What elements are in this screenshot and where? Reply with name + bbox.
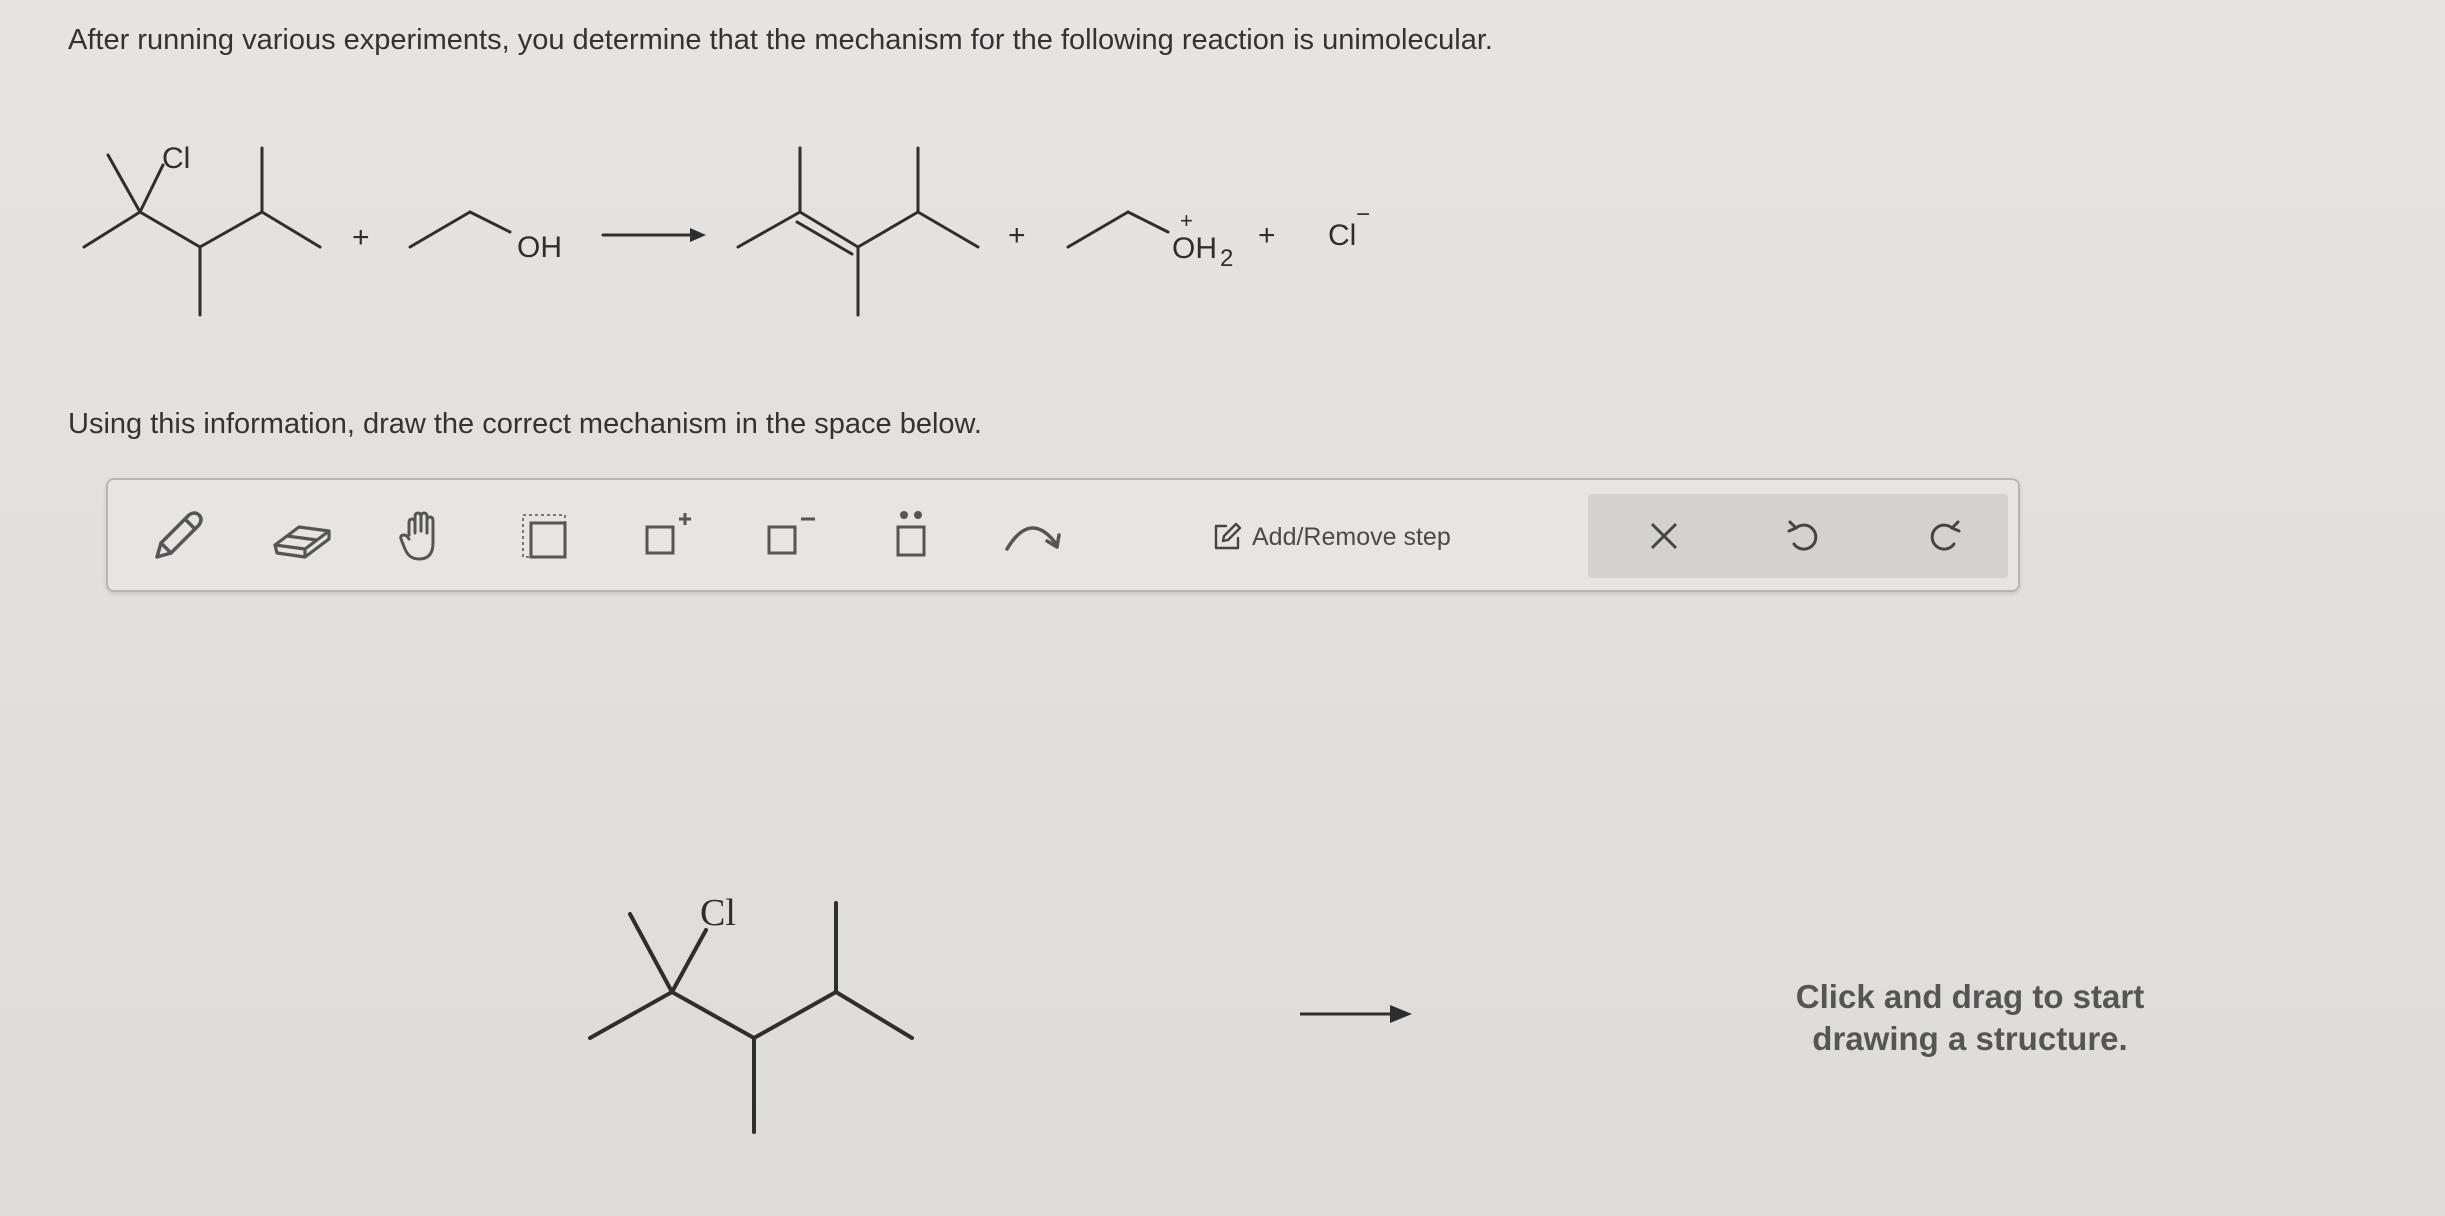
drawing-toolbar: Add/Remove step: [106, 478, 2020, 592]
select-box-icon: [522, 514, 567, 559]
add-remove-step-button[interactable]: Add/Remove step: [1212, 516, 1451, 558]
plus-sign-1: +: [352, 221, 370, 254]
curved-arrow-icon: [1005, 526, 1061, 551]
edit-icon: [1214, 522, 1242, 550]
plus-sign-3: +: [1258, 219, 1276, 252]
close-icon: [1650, 522, 1678, 550]
negative-charge-icon: [767, 517, 815, 555]
product2-subscript: 2: [1220, 245, 1233, 272]
product-alkene: [736, 146, 980, 317]
canvas-hint: Click and drag to start drawing a struct…: [1720, 976, 2220, 1060]
canvas-starting-structure[interactable]: Cl: [0, 600, 1500, 1160]
canvas-hint-line1: Click and drag to start: [1795, 978, 2145, 1015]
canvas-cl-label: Cl: [700, 892, 736, 934]
canvas-arrow[interactable]: [1298, 1002, 1416, 1026]
reactant-alkyl-chloride: [82, 146, 322, 317]
reactant-ethanol: [408, 210, 512, 249]
pencil-icon: [155, 511, 203, 559]
drawing-canvas[interactable]: Cl: [0, 600, 2445, 1216]
pencil-tool[interactable]: [142, 502, 212, 572]
hand-tool[interactable]: [388, 502, 458, 572]
eraser-icon: [273, 525, 331, 559]
select-tool[interactable]: [510, 502, 580, 572]
action-button-group: [1588, 494, 2008, 578]
redo-icon: [1930, 520, 1961, 551]
add-remove-step-label: Add/Remove step: [1252, 522, 1451, 551]
eraser-tool[interactable]: [266, 502, 336, 572]
positive-charge-tool[interactable]: [632, 502, 702, 572]
product2-oh-label: OH: [1172, 232, 1217, 265]
plus-sign-2: +: [1008, 219, 1026, 252]
undo-button[interactable]: [1774, 506, 1834, 566]
positive-charge-icon: [645, 513, 691, 555]
chloride-charge: −: [1356, 201, 1370, 228]
reaction-arrow: [601, 228, 706, 242]
negative-charge-tool[interactable]: [754, 502, 824, 572]
canvas-hint-line2: drawing a structure.: [1812, 1020, 2128, 1057]
reactant2-oh-label: OH: [517, 231, 562, 264]
reaction-scheme: Cl + OH + + OH 2 + Cl −: [82, 142, 1370, 317]
oxonium-charge: +: [1180, 208, 1193, 233]
hand-icon: [399, 511, 435, 561]
reactant1-cl-label: Cl: [162, 142, 190, 175]
product3-cl-label: Cl: [1328, 219, 1356, 252]
product-oxonium: [1066, 210, 1170, 249]
question-instruction: Using this information, draw the correct…: [68, 408, 982, 440]
undo-icon: [1787, 520, 1818, 551]
clear-button[interactable]: [1634, 506, 1694, 566]
lone-pair-tool[interactable]: [876, 502, 946, 572]
redo-button[interactable]: [1914, 506, 1974, 566]
lone-pair-icon: [896, 511, 926, 557]
curved-arrow-tool[interactable]: [998, 502, 1068, 572]
